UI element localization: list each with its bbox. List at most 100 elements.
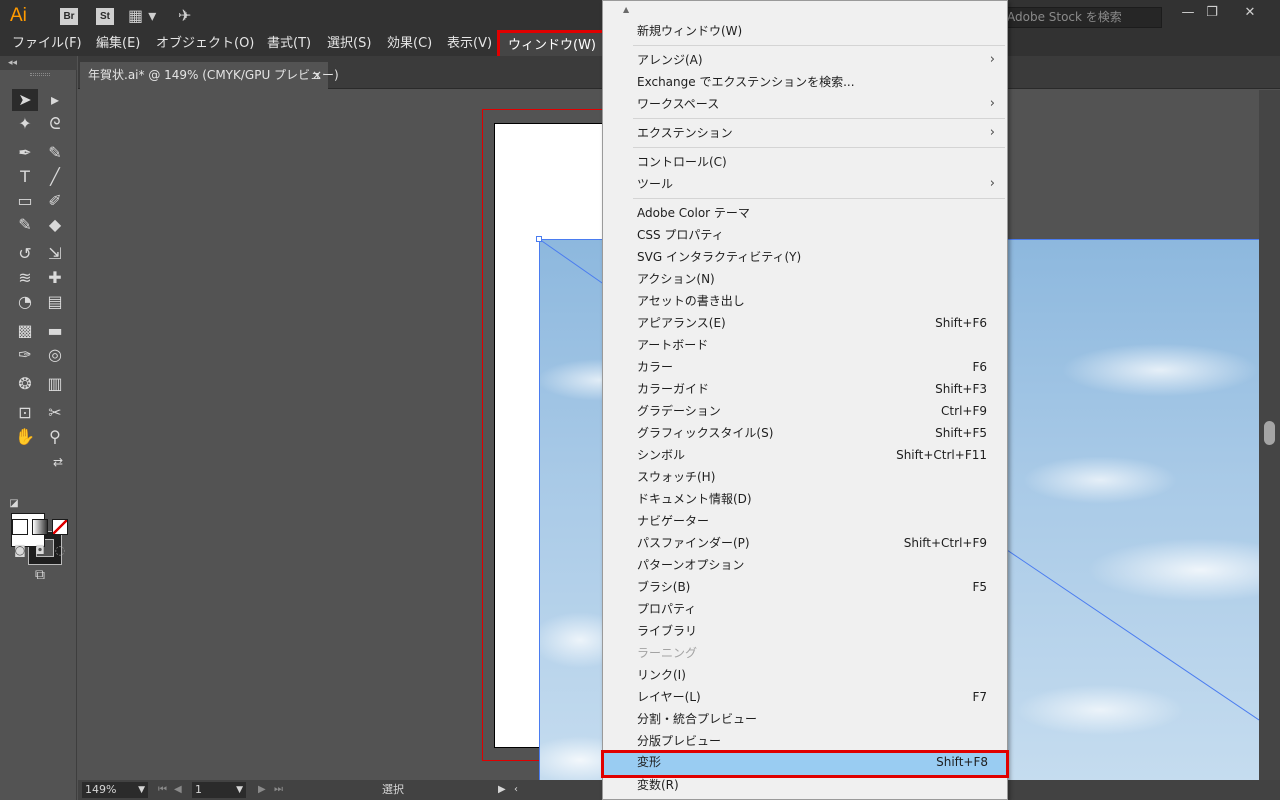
- window-menu-item-30[interactable]: ライブラリ: [603, 620, 1007, 642]
- menu-type[interactable]: 書式(T): [267, 35, 311, 53]
- menu-effect[interactable]: 効果(C): [387, 35, 432, 53]
- window-menu-item-8[interactable]: コントロール(C): [603, 151, 1007, 173]
- window-menu-item-0[interactable]: 新規ウィンドウ(W): [603, 20, 1007, 42]
- window-menu-item-4[interactable]: ワークスペース ›: [603, 93, 1007, 115]
- blend-tool-icon[interactable]: ◎: [42, 344, 68, 366]
- window-menu-item-17[interactable]: アートボード: [603, 334, 1007, 356]
- selection-tool-icon[interactable]: ➤: [12, 89, 38, 111]
- window-menu-item-28[interactable]: ブラシ(B) F5: [603, 576, 1007, 598]
- puppet-warp-tool-icon[interactable]: ✚: [42, 267, 68, 289]
- width-tool-icon[interactable]: ≋: [12, 267, 38, 289]
- arrange-documents-icon[interactable]: ▦ ▾: [128, 6, 156, 26]
- window-menu-item-2[interactable]: アレンジ(A) ›: [603, 49, 1007, 71]
- window-menu-item-37[interactable]: 変数(R): [603, 774, 1007, 796]
- window-menu-item-11[interactable]: Adobe Color テーマ: [603, 202, 1007, 224]
- menu-edit[interactable]: 編集(E): [96, 35, 140, 53]
- menu-view[interactable]: 表示(V): [447, 35, 492, 53]
- previous-artboard-icon[interactable]: ◀: [174, 782, 182, 798]
- window-menu-item-25[interactable]: ナビゲーター: [603, 510, 1007, 532]
- window-menu-item-29[interactable]: プロパティ: [603, 598, 1007, 620]
- color-mode-icon[interactable]: [12, 519, 28, 535]
- window-menu-item-13[interactable]: SVG インタラクティビティ(Y): [603, 246, 1007, 268]
- paintbrush-tool-icon[interactable]: ✐: [42, 190, 68, 212]
- rectangle-tool-icon[interactable]: ▭: [12, 190, 38, 212]
- window-menu-item-26[interactable]: パスファインダー(P) Shift+Ctrl+F9: [603, 532, 1007, 554]
- toolbox-collapse-button[interactable]: ◂◂: [0, 56, 77, 70]
- status-menu-arrow-icon[interactable]: ▶: [498, 782, 506, 798]
- first-artboard-icon[interactable]: ⏮: [158, 782, 167, 798]
- draw-inside-icon[interactable]: ◌: [50, 541, 70, 559]
- window-menu-item-6[interactable]: エクステンション ›: [603, 122, 1007, 144]
- none-mode-icon[interactable]: [52, 519, 68, 535]
- stock-search-input[interactable]: Adobe Stock を検索: [1000, 7, 1162, 28]
- mesh-tool-icon[interactable]: ▩: [12, 320, 38, 342]
- window-menu-item-19[interactable]: カラーガイド Shift+F3: [603, 378, 1007, 400]
- toolbox-grip[interactable]: [30, 73, 50, 76]
- window-menu-item-14[interactable]: アクション(N): [603, 268, 1007, 290]
- shape-builder-tool-icon[interactable]: ◔: [12, 291, 38, 313]
- status-current-tool[interactable]: 選択: [382, 782, 404, 798]
- menu-select[interactable]: 選択(S): [327, 35, 371, 53]
- curvature-tool-icon[interactable]: ✎: [42, 142, 68, 164]
- artboard-number-select[interactable]: 1 ▼: [192, 782, 246, 798]
- eraser-tool-icon[interactable]: ◆: [42, 214, 68, 236]
- screen-mode-icon[interactable]: ⧉: [27, 565, 53, 585]
- default-fill-stroke-icon[interactable]: ◪: [6, 496, 22, 512]
- type-tool-icon[interactable]: T: [12, 166, 38, 188]
- direct-selection-tool-icon[interactable]: ▸: [42, 89, 68, 111]
- lasso-tool-icon[interactable]: ᘓ: [42, 113, 68, 135]
- window-menu-item-18[interactable]: カラー F6: [603, 356, 1007, 378]
- gpu-performance-icon[interactable]: ✈: [178, 6, 191, 26]
- window-menu-item-9[interactable]: ツール ›: [603, 173, 1007, 195]
- scroll-left-icon[interactable]: ‹: [514, 782, 518, 798]
- stock-icon[interactable]: St: [96, 8, 114, 25]
- magic-wand-tool-icon[interactable]: ✦: [12, 113, 38, 135]
- window-menu-item-34[interactable]: 分割・統合プレビュー: [603, 708, 1007, 730]
- menu-file[interactable]: ファイル(F): [12, 35, 82, 53]
- symbol-sprayer-tool-icon[interactable]: ❂: [12, 373, 38, 395]
- next-artboard-icon[interactable]: ▶: [258, 782, 266, 798]
- last-artboard-icon[interactable]: ⏭: [274, 782, 283, 798]
- draw-behind-icon[interactable]: ◘: [30, 541, 50, 559]
- window-menu-item-27[interactable]: パターンオプション: [603, 554, 1007, 576]
- menu-scroll-up-icon[interactable]: ▲: [623, 6, 633, 14]
- gradient-mode-icon[interactable]: [32, 519, 48, 535]
- vertical-scrollbar[interactable]: [1259, 90, 1280, 780]
- window-menu-item-3[interactable]: Exchange でエクステンションを検索...: [603, 71, 1007, 93]
- window-menu-item-24[interactable]: ドキュメント情報(D): [603, 488, 1007, 510]
- window-menu-item-23[interactable]: スウォッチ(H): [603, 466, 1007, 488]
- zoom-level-select[interactable]: 149% ▼: [82, 782, 148, 798]
- window-menu-item-12[interactable]: CSS プロパティ: [603, 224, 1007, 246]
- perspective-grid-tool-icon[interactable]: ▤: [42, 291, 68, 313]
- pen-tool-icon[interactable]: ✒: [12, 142, 38, 164]
- rotate-tool-icon[interactable]: ↺: [12, 243, 38, 265]
- restore-button[interactable]: ❐: [1196, 4, 1228, 24]
- scale-tool-icon[interactable]: ⇲: [42, 243, 68, 265]
- zoom-tool-icon[interactable]: ⚲: [42, 426, 68, 448]
- window-menu-item-35[interactable]: 分版プレビュー: [603, 730, 1007, 752]
- draw-normal-icon[interactable]: ◙: [10, 541, 30, 559]
- slice-tool-icon[interactable]: ✂: [42, 402, 68, 424]
- window-menu-item-15[interactable]: アセットの書き出し: [603, 290, 1007, 312]
- close-tab-icon[interactable]: ×: [312, 62, 322, 89]
- window-menu-item-16[interactable]: アピアランス(E) Shift+F6: [603, 312, 1007, 334]
- close-button[interactable]: ✕: [1234, 4, 1266, 24]
- bridge-icon[interactable]: Br: [60, 8, 78, 25]
- vertical-scroll-thumb[interactable]: [1264, 421, 1275, 445]
- gradient-tool-icon[interactable]: ▬: [42, 320, 68, 342]
- document-tab[interactable]: 年賀状.ai* @ 149% (CMYK/GPU プレビュー) ×: [80, 62, 339, 89]
- menu-object[interactable]: オブジェクト(O): [156, 35, 254, 53]
- anchor-point[interactable]: [536, 236, 542, 242]
- line-tool-icon[interactable]: ╱: [42, 166, 68, 188]
- window-menu-item-22[interactable]: シンボル Shift+Ctrl+F11: [603, 444, 1007, 466]
- column-graph-tool-icon[interactable]: ▥: [42, 373, 68, 395]
- hand-tool-icon[interactable]: ✋: [12, 426, 38, 448]
- window-menu-item-20[interactable]: グラデーション Ctrl+F9: [603, 400, 1007, 422]
- window-menu-item-33[interactable]: レイヤー(L) F7: [603, 686, 1007, 708]
- eyedropper-tool-icon[interactable]: ✑: [12, 344, 38, 366]
- swap-fill-stroke-icon[interactable]: ⇄: [48, 454, 68, 470]
- window-menu-item-32[interactable]: リンク(I): [603, 664, 1007, 686]
- artboard-tool-icon[interactable]: ⊡: [12, 402, 38, 424]
- window-menu-item-21[interactable]: グラフィックスタイル(S) Shift+F5: [603, 422, 1007, 444]
- shaper-tool-icon[interactable]: ✎: [12, 214, 38, 236]
